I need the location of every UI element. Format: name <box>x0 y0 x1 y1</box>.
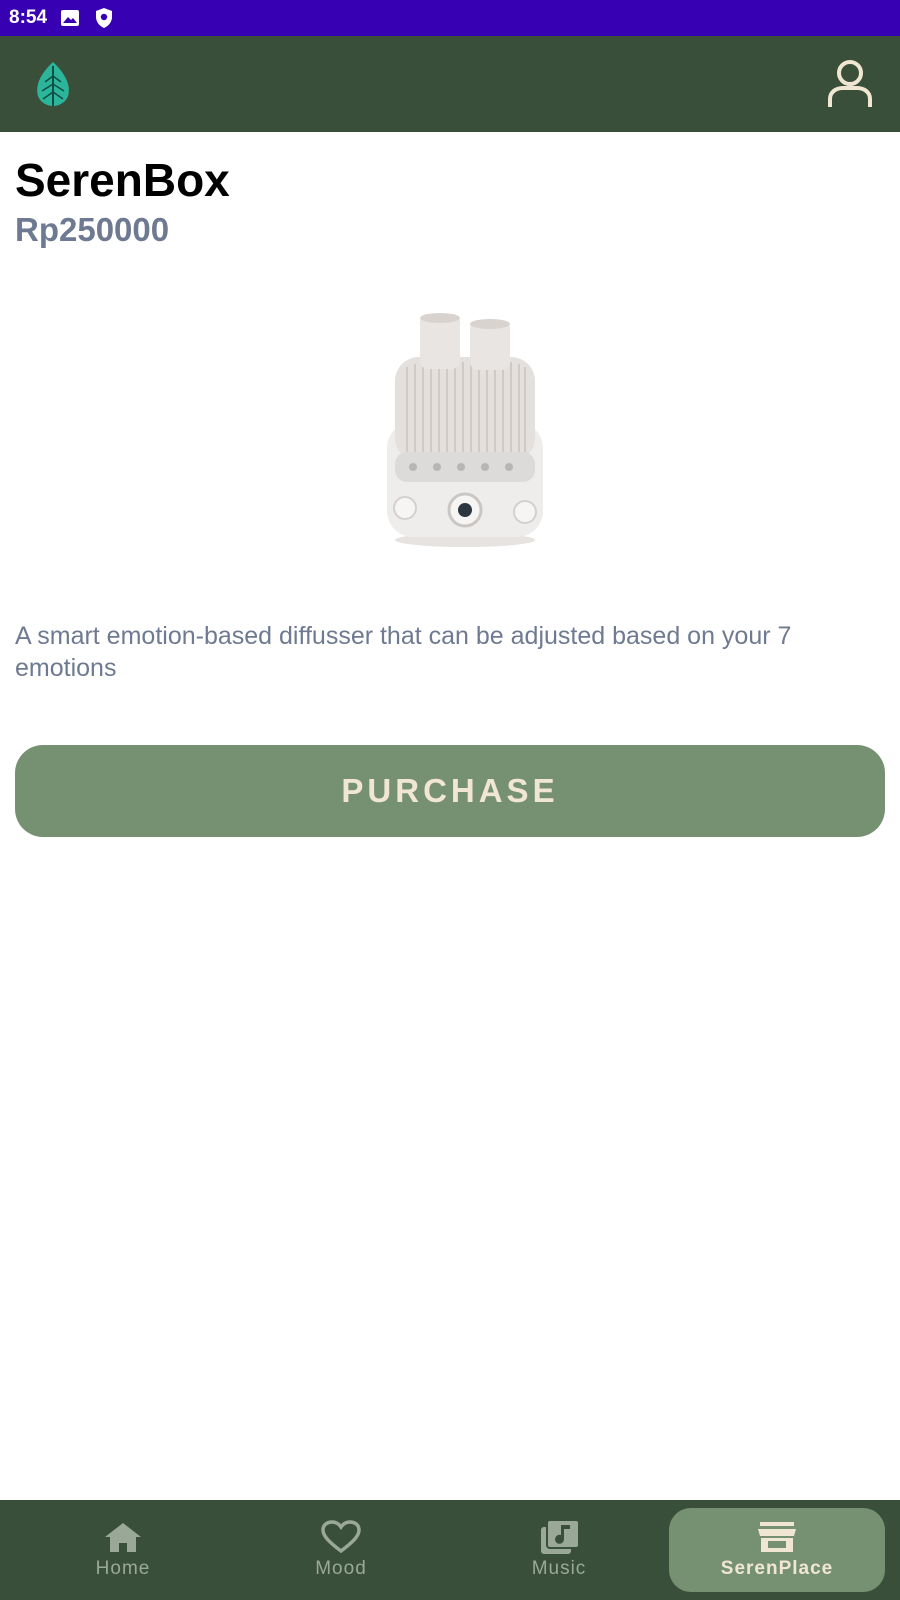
home-icon <box>101 1520 145 1554</box>
status-bar: 8:54 <box>0 0 900 36</box>
app-bar <box>0 36 900 132</box>
status-time: 8:54 <box>9 7 48 28</box>
store-icon <box>755 1520 799 1554</box>
nav-item-serenplace[interactable]: SerenPlace <box>669 1508 885 1592</box>
purchase-button-label: PURCHASE <box>341 772 559 809</box>
product-title: SerenBox <box>15 154 230 206</box>
heart-icon <box>319 1520 363 1554</box>
nav-label-mood: Mood <box>315 1558 367 1579</box>
person-icon <box>828 60 872 107</box>
nav-label-serenplace: SerenPlace <box>720 1558 834 1579</box>
diffuser-product-image <box>365 312 565 552</box>
music-library-icon <box>537 1519 581 1554</box>
purchase-button[interactable]: PURCHASE <box>15 745 885 837</box>
leaf-icon <box>32 60 74 108</box>
nav-item-home[interactable]: Home <box>15 1508 231 1592</box>
shield-icon <box>93 7 115 29</box>
product-price: Rp250000 <box>15 211 170 248</box>
nav-item-music[interactable]: Music <box>451 1508 667 1592</box>
product-description: A smart emotion-based diffusser that can… <box>15 622 792 682</box>
image-icon <box>59 7 81 29</box>
nav-item-mood[interactable]: Mood <box>233 1508 449 1592</box>
profile-button[interactable] <box>824 58 876 110</box>
bottom-nav: Home Mood Music SerenPlace <box>0 1500 900 1600</box>
product-detail: SerenBox Rp250000 A smart emotion-based … <box>15 132 885 837</box>
nav-label-music: Music <box>531 1558 587 1579</box>
nav-label-home: Home <box>95 1558 151 1579</box>
